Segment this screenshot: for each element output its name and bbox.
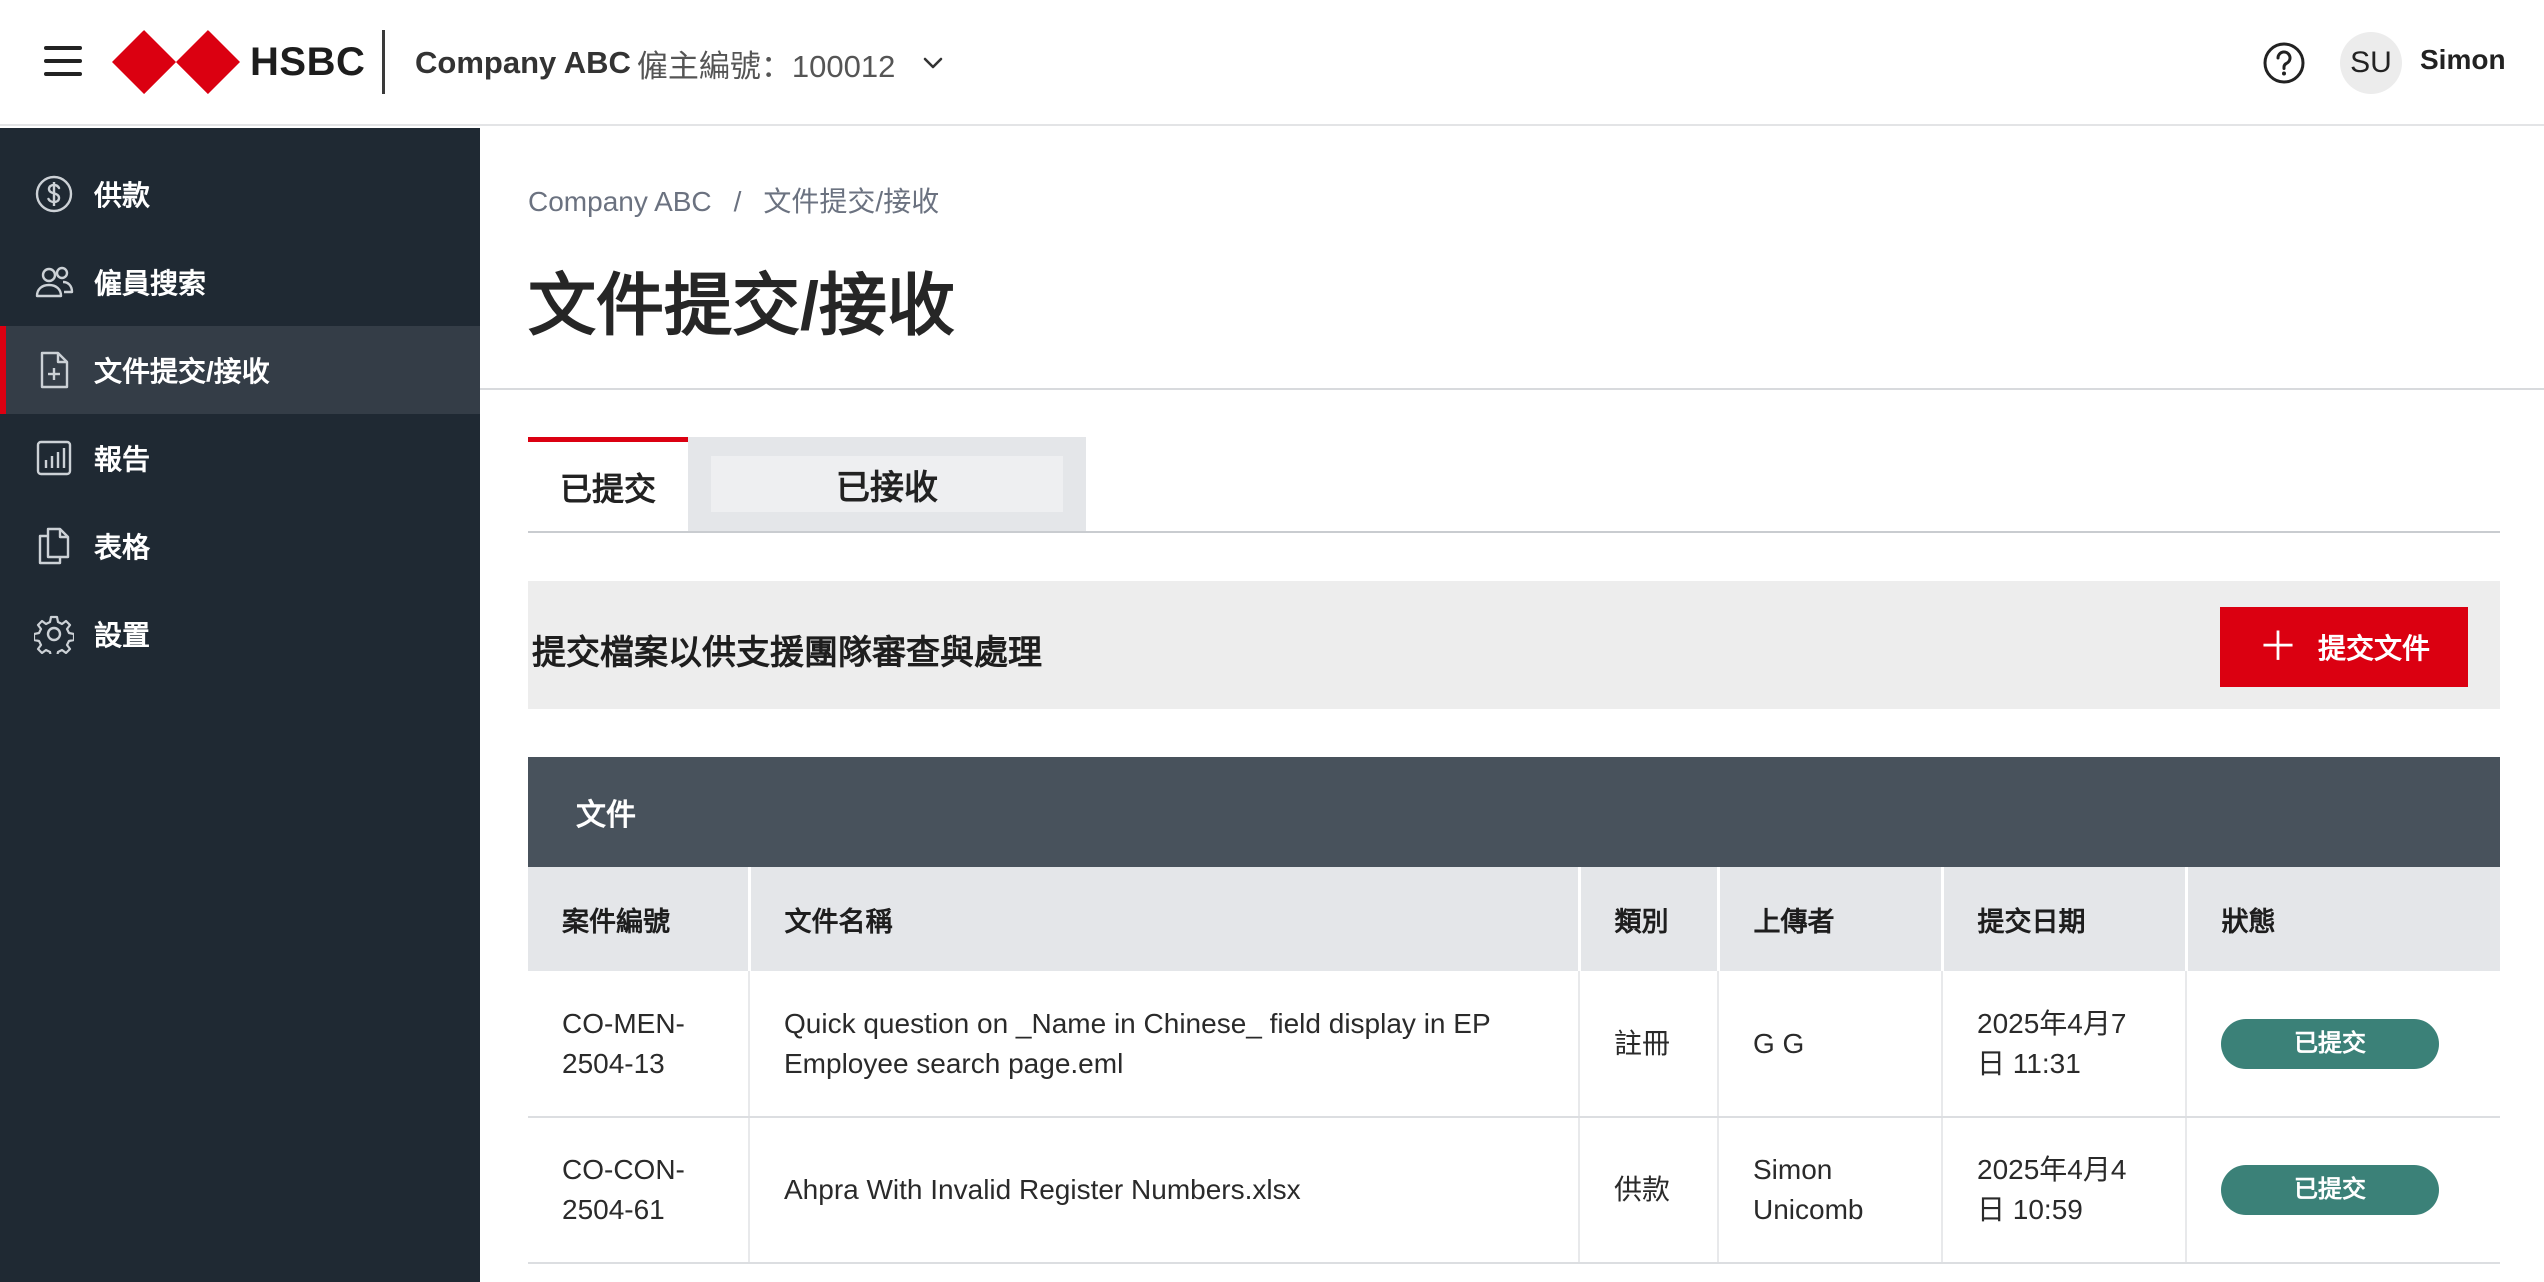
main-content: Company ABC / 文件提交/接收 文件提交/接收 已提交 已接收 提交檔案… [480,128,2544,1282]
sidebar-item-label: 設置 [94,620,151,651]
case-no-part: CO-MEN- [562,1007,685,1039]
tab-submitted[interactable]: 已提交 [528,437,688,531]
documents-table: 文件 案件編號 文件名稱 類別 上傳者 提交日期 狀態 CO-MEN- 2504-… [528,757,2500,1264]
sidebar-item-forms[interactable]: 表格 [0,502,480,590]
sidebar-item-file-submission[interactable]: 文件提交/接收 [0,326,480,414]
submit-file-button[interactable]: ＋ 提交文件 [2220,607,2468,687]
file-name-part: Employee search page.eml [784,1047,1124,1079]
submit-description: 提交檔案以供支援團隊審查與處理 [532,634,1042,672]
date-part: 日 11:31 [1977,1047,2081,1079]
documents-icon [38,527,70,565]
date-part: 2025年4月4 [1977,1154,2127,1185]
tab-label: 已提交 [559,470,656,507]
company-selector[interactable]: Company ABC 僱主編號：100012 [415,40,945,86]
page-title: 文件提交/接收 [528,268,955,344]
status-badge: 已提交 [2221,1165,2439,1215]
cell-uploader: G G [1718,971,1943,1118]
dollar-circle-icon [35,175,73,213]
cell-status: 已提交 [2186,1117,2500,1264]
status-badge: 已提交 [2221,1018,2439,1069]
tab-bar: 已提交 已接收 [528,437,2500,533]
hsbc-hexagon-icon [112,30,240,94]
table-title: 文件 [528,757,2500,867]
sidebar-item-contributions[interactable]: 供款 [0,150,480,238]
breadcrumb-root[interactable]: Company ABC [528,186,712,217]
sidebar-item-employee-search[interactable]: 僱員搜索 [0,238,480,326]
sidebar-item-label: 僱員搜索 [94,268,207,299]
case-no-part: 2504-61 [562,1194,665,1225]
column-header-submit-date[interactable]: 提交日期 [1942,867,2188,971]
sidebar-item-reports[interactable]: 報告 [0,414,480,502]
cell-category: 註冊 [1579,971,1719,1118]
column-header-case-no[interactable]: 案件編號 [528,867,751,971]
cell-case-no: CO-MEN- 2504-13 [528,971,750,1118]
sidebar-item-settings[interactable]: 設置 [0,590,480,678]
breadcrumb: Company ABC / 文件提交/接收 [528,180,939,220]
cell-file-name[interactable]: Quick question on _Name in Chinese_ fiel… [749,971,1580,1118]
cell-submit-date: 2025年4月4 日 10:59 [1942,1117,2187,1264]
gear-icon [34,615,74,654]
hsbc-logo[interactable]: HSBC [112,30,365,94]
submit-banner: 提交檔案以供支援團隊審查與處理 ＋ 提交文件 [528,581,2500,709]
column-header-file-name[interactable]: 文件名稱 [749,867,1581,971]
column-header-status[interactable]: 狀態 [2186,867,2500,971]
top-header: HSBC Company ABC 僱主編號：100012 SU Simon [0,0,2544,126]
cell-status: 已提交 [2186,971,2500,1118]
plus-icon: ＋ [2257,625,2298,669]
breadcrumb-separator: / [733,186,742,217]
chevron-down-icon [924,57,943,69]
sidebar-item-label: 報告 [94,444,151,475]
cell-uploader: Simon Unicomb [1718,1117,1943,1264]
table-header-row: 案件編號 文件名稱 類別 上傳者 提交日期 狀態 [528,867,2500,971]
case-no-part: 2504-13 [562,1047,665,1079]
uploader-part: Simon [1753,1154,1833,1185]
date-part: 2025年4月7 [1977,1007,2127,1039]
submit-file-label: 提交文件 [2317,633,2430,664]
sidebar: 供款 僱員搜索 文件提交/接收 報告 表格 設置 [0,128,480,1282]
tab-inner: 已接收 [711,456,1063,512]
case-no-part: CO-CON- [562,1154,685,1185]
cell-category: 供款 [1579,1117,1719,1264]
sidebar-item-label: 文件提交/接收 [94,356,270,387]
logo-text: HSBC [250,39,366,84]
employer-id: 僱主編號：100012 [636,48,896,84]
bar-chart-icon [36,440,72,476]
column-header-category[interactable]: 類別 [1579,867,1720,971]
file-name-part: Quick question on _Name in Chinese_ fiel… [784,1007,1491,1039]
table: 案件編號 文件名稱 類別 上傳者 提交日期 狀態 CO-MEN- 2504-13 … [528,867,2500,1264]
cell-case-no: CO-CON- 2504-61 [528,1117,750,1264]
sidebar-item-label: 表格 [94,532,151,563]
cell-file-name[interactable]: Ahpra With Invalid Register Numbers.xlsx [749,1117,1580,1264]
divider [480,388,2544,390]
cell-submit-date: 2025年4月7 日 11:31 [1942,971,2187,1118]
file-plus-icon [40,351,69,389]
tab-received[interactable]: 已接收 [688,437,1086,531]
users-icon [35,266,74,298]
sidebar-item-label: 供款 [94,180,151,211]
avatar[interactable]: SU [2340,32,2402,94]
user-name[interactable]: Simon [2420,44,2506,76]
header-divider [382,30,385,94]
date-part: 日 10:59 [1977,1194,2083,1225]
uploader-part: Unicomb [1753,1194,1864,1225]
tab-label: 已接收 [836,468,938,507]
table-row[interactable]: CO-MEN- 2504-13 Quick question on _Name i… [528,971,2500,1118]
breadcrumb-current: 文件提交/接收 [763,186,940,217]
company-name: Company ABC [415,45,631,80]
table-row[interactable]: CO-CON- 2504-61 Ahpra With Invalid Regist… [528,1117,2500,1264]
hamburger-menu-icon[interactable] [44,46,82,80]
help-icon[interactable] [2262,41,2306,85]
column-header-uploader[interactable]: 上傳者 [1718,867,1944,971]
